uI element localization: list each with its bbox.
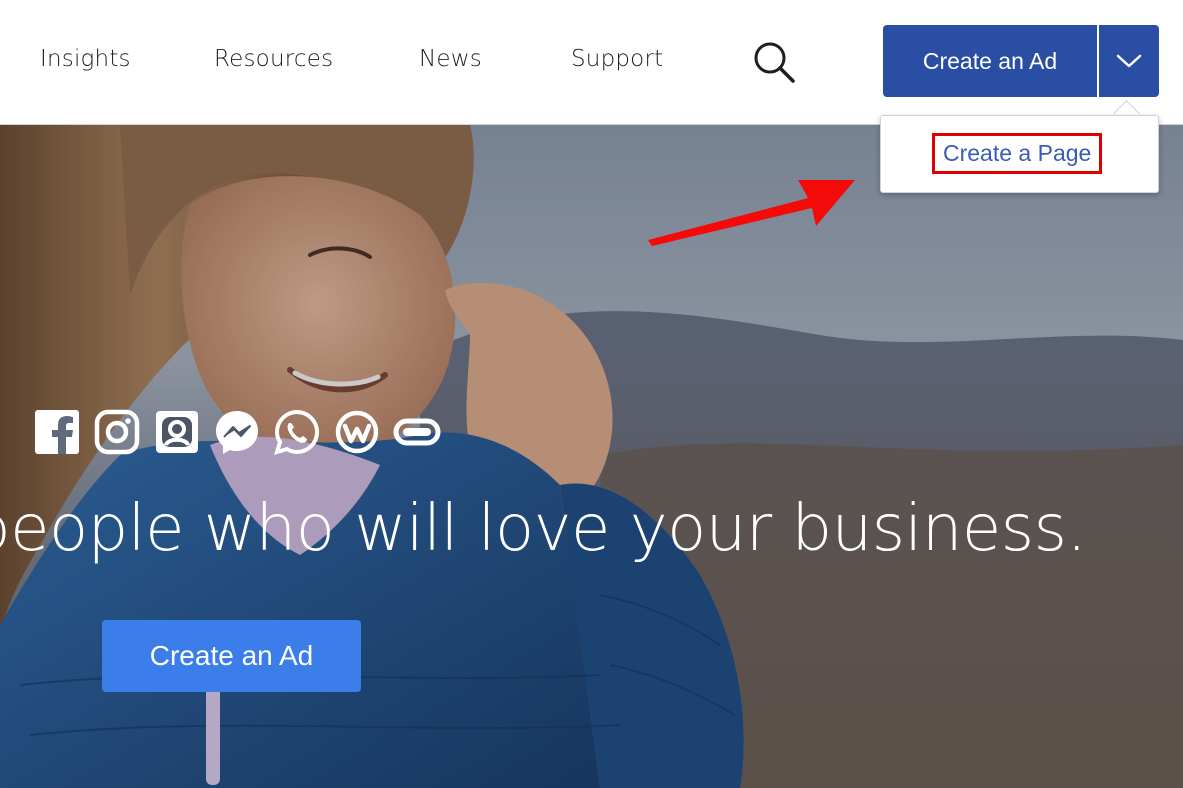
hero-create-ad-button[interactable]: Create an Ad [102,620,361,692]
chevron-down-icon [1116,54,1142,68]
top-navigation: Insights Resources News Support Create a… [0,0,1183,125]
workplace-icon [335,410,379,454]
whatsapp-icon [274,409,320,455]
portal-icon [156,411,198,453]
brand-icon-row [33,408,441,456]
nav-item-resources[interactable]: Resources [214,46,333,72]
create-dropdown-menu: Create a Page [880,115,1159,193]
create-ad-button[interactable]: Create an Ad [883,25,1097,97]
annotation-arrow-icon [648,180,855,246]
nav-item-news[interactable]: News [419,46,482,72]
create-page-link[interactable]: Create a Page [932,133,1103,174]
nav-item-insights[interactable]: Insights [40,46,131,72]
nav-item-support[interactable]: Support [571,46,663,72]
oculus-icon [393,418,441,446]
hero-tagline: people who will love your business. [0,492,1087,566]
hero-banner: people who will love your business. Crea… [0,125,1183,788]
messenger-icon [216,411,258,454]
search-icon[interactable] [748,36,800,88]
facebook-icon [35,410,79,454]
create-ad-dropdown-toggle[interactable] [1099,25,1159,97]
instagram-icon [94,409,140,455]
